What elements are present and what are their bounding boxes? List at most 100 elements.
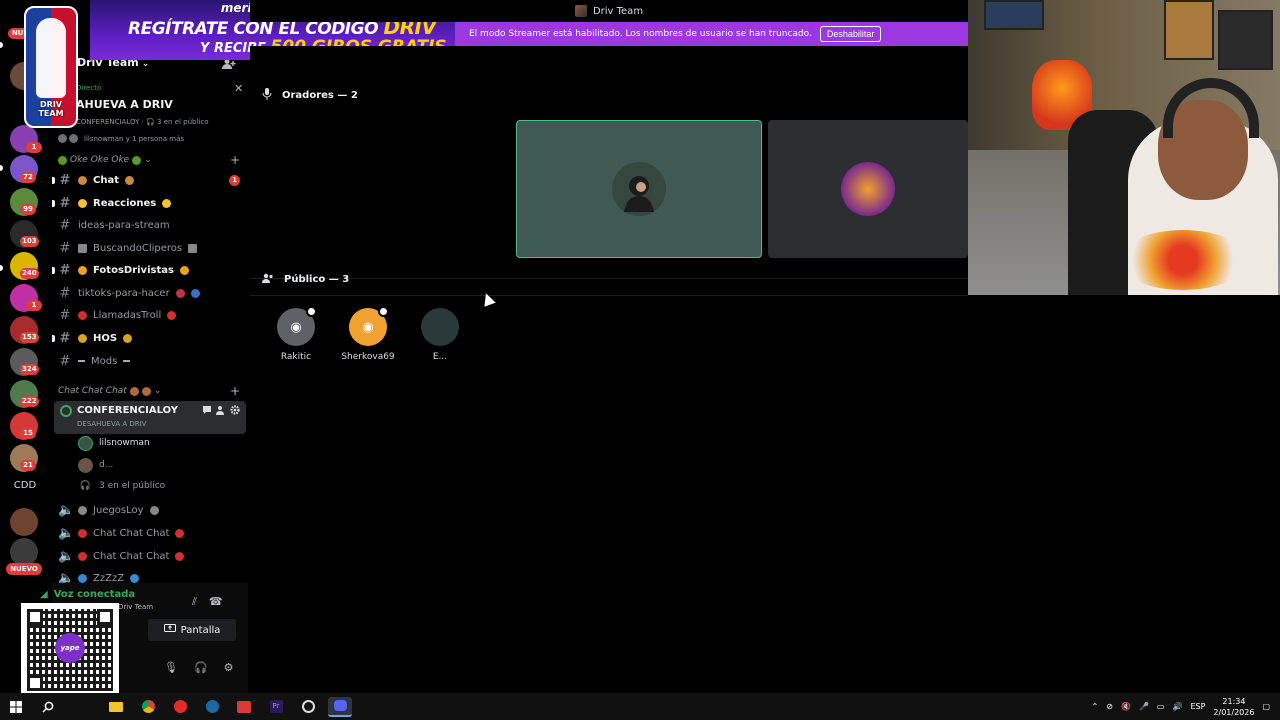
server-text-icon[interactable]: CDD [10,480,40,491]
add-user-icon[interactable] [216,405,226,415]
voice-channel-juegosloy[interactable]: 🔈 JuegosLoy [58,500,244,520]
channel-chat[interactable]: # Chat 1 [52,170,244,190]
qr-marker [27,609,43,625]
channel-llamadastroll[interactable]: # LlamadasTroll [58,305,244,325]
audience-name: E... [432,352,448,362]
mention-badge: 1 [229,174,240,186]
youtube-icon[interactable] [168,697,192,717]
category-header[interactable]: Oke Oke Oke ⌄ + [58,153,244,167]
noise-suppression-icon[interactable]: ⫽ [192,595,197,609]
add-channel-icon[interactable]: + [230,384,240,398]
obs-icon[interactable] [296,697,320,717]
event-tag: Directo [76,84,102,92]
speaker-icon: 🔈 [58,548,75,564]
speaker-icon: 🔈 [58,525,75,541]
user-controls: 🎙 🎧 ⚙ [164,661,234,674]
chrome-icon[interactable] [136,697,160,717]
channel-fotosdrivistas[interactable]: # FotosDrivistas [52,260,244,280]
logo-text-line: DRIV [40,100,62,109]
ad-line-1-text: REGÍTRATE CON EL CÓDIGO [128,19,379,39]
language-indicator[interactable]: ESP [1190,702,1205,711]
disable-streamer-button[interactable]: Deshabilitar [819,26,882,42]
file-explorer-icon[interactable] [104,697,128,717]
server-icon[interactable] [10,538,38,566]
task-view-icon[interactable] [68,697,96,717]
network-off-icon[interactable]: ⊘ [1106,702,1113,711]
screen-share-label: Pantalla [180,624,221,636]
category-label: Oke Oke Oke [70,155,130,165]
speaker-tile[interactable] [768,120,968,258]
add-channel-icon[interactable]: + [230,153,240,167]
discord-avatar-icon: ◉ [349,306,389,346]
media-app-icon[interactable] [232,697,256,717]
emoji-icon [175,288,185,298]
channel-label: Chat Chat Chat [93,550,170,562]
discord-icon[interactable] [328,696,352,717]
speaker-tile[interactable] [516,120,762,258]
yape-logo: yape [55,633,85,663]
voice-status: ◢ Voz conectada [40,589,135,600]
server-badge: 99 [20,204,36,215]
voice-user[interactable]: lilsnowman [78,433,150,453]
stage-channel-actions [202,405,240,415]
screen-share-icon [163,623,176,637]
chat-bubble-icon[interactable] [202,405,212,415]
voice-channel-chat[interactable]: 🔈 Chat Chat Chat [58,523,244,543]
chevron-down-icon: ⌄ [153,386,162,396]
voice-channel-chat[interactable]: 🔈 Chat Chat Chat [58,546,244,566]
gear-icon[interactable]: ⚙ [224,661,234,674]
stage-channel-name: CONFERENCIALOY [77,405,178,416]
live-event-card[interactable]: Directo AHUEVA A DRIV CONFERENCIALOY · 🎧… [58,80,244,146]
microphone-icon[interactable]: 🎙 [164,661,178,674]
clock[interactable]: 21:34 2/01/2026 [1213,696,1254,718]
chevron-up-icon[interactable]: ⌃ [1092,702,1099,711]
channel-mods[interactable]: # Mods [58,351,244,371]
mouse-cursor-icon [480,291,496,307]
channel-reacciones[interactable]: # Reacciones [52,193,244,213]
emoji-icon [132,155,142,165]
screen-share-button[interactable]: Pantalla [148,619,236,641]
close-icon[interactable]: ✕ [234,82,243,95]
premiere-icon[interactable]: Pr [264,697,288,717]
server-icon[interactable] [10,508,38,536]
voice-user[interactable]: d... [78,455,113,475]
channel-label: Chat [93,174,119,186]
clock-time: 21:34 [1222,696,1246,706]
gamepad-icon [78,505,87,515]
channel-ideas-para-stream[interactable]: # ideas-para-stream [58,215,244,235]
server-badge: 72 [20,172,36,183]
speaker-icon[interactable]: 🔊 [1172,702,1182,711]
emoji-icon [78,175,87,185]
channel-hos[interactable]: # HOS [52,328,244,348]
audience-member[interactable]: ◉ Sherkova69 [338,306,398,362]
channel-tiktoks-para-hacer[interactable]: # tiktoks-para-hacer [58,283,244,303]
status-indicator [306,306,317,317]
channel-buscandocliperos[interactable]: # BuscandoCliperos [58,238,244,258]
channel-label: HOS [93,332,118,344]
channel-label: JuegosLoy [93,504,144,516]
headphones-icon[interactable]: 🎧 [194,661,208,674]
windows-start-icon[interactable] [4,697,28,717]
microphone-icon[interactable]: 🎤 [1139,702,1149,711]
event-audience: 3 en el público [157,118,209,126]
gear-icon[interactable] [230,405,240,415]
category-header[interactable]: Chat Chat Chat ⌄ + [58,384,244,398]
audience-member[interactable]: E... [410,308,470,362]
voice-panel-icons: ⫽ ☎ [192,595,223,609]
channel-label: tiktoks-para-hacer [78,287,170,299]
search-icon[interactable] [36,697,60,717]
network-icon[interactable]: ▭ [1157,702,1165,711]
wall-poster [1164,0,1214,60]
clock-date: 2/01/2026 [1213,707,1255,717]
stage-channel-active[interactable]: CONFERENCIALOY DESAHUEVA A DRIV [54,401,246,434]
status-indicator [378,306,389,317]
emoji-icon [78,265,87,275]
voice-status-text: Voz conectada [53,589,136,600]
stage-audience-count[interactable]: 🎧 3 en el público [78,476,165,496]
audience-member[interactable]: ◉ Rakitic [266,306,326,362]
disconnect-icon[interactable]: ☎ [209,595,223,609]
notifications-icon[interactable]: ▢ [1262,702,1270,711]
volume-off-icon[interactable]: 🔇 [1121,702,1131,711]
steam-icon[interactable] [200,697,224,717]
phone-icon [78,310,87,320]
